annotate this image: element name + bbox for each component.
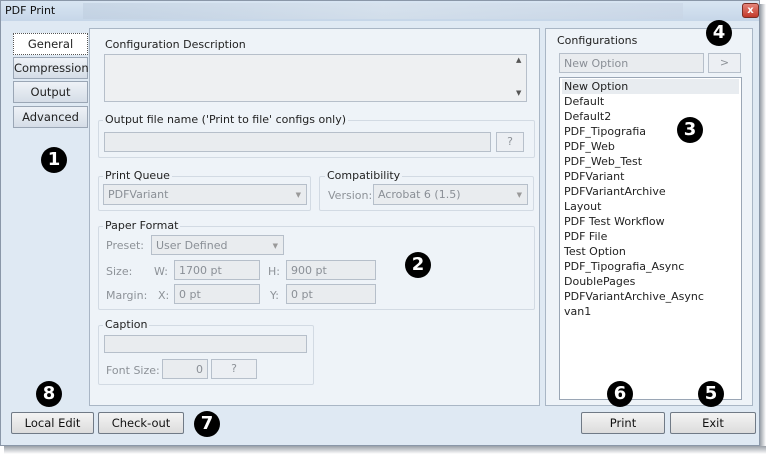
tab-advanced[interactable]: Advanced [13,106,88,128]
scroll-up-icon[interactable]: ▲ [516,56,521,64]
margin-x-input[interactable]: 0 pt [174,284,260,304]
callout-badge-2: 2 [405,252,431,278]
list-item[interactable]: DoublePages [562,274,739,289]
version-label: Version: [328,189,373,202]
caption-input[interactable] [104,335,307,353]
width-input[interactable]: 1700 pt [174,260,260,280]
exit-button[interactable]: Exit [670,412,756,434]
add-configuration-button[interactable]: > [708,53,741,73]
list-item[interactable]: PDF_Web [562,139,739,154]
window-shadow-right [760,4,766,450]
config-description-label: Configuration Description [103,38,248,51]
window-shadow-bottom [4,446,766,454]
list-item[interactable]: van1 [562,304,739,319]
list-item[interactable]: PDF_Web_Test [562,154,739,169]
window-title: PDF Print [5,4,56,17]
list-item[interactable]: PDF File [562,229,739,244]
callout-badge-7: 7 [194,411,220,437]
general-panel: Configuration Description ▲ ▼ Output fil… [89,28,540,406]
list-item[interactable]: PDF_Tipografia_Async [562,259,739,274]
print-queue-value: PDFVariant [108,188,169,201]
list-item[interactable]: PDFVariant [562,169,739,184]
size-label: Size: [106,265,133,278]
output-file-input[interactable] [104,132,491,152]
config-description-textarea[interactable] [104,54,527,102]
print-queue-label: Print Queue [103,169,172,182]
output-file-label: Output file name ('Print to file' config… [103,113,349,126]
font-size-input[interactable]: 0 [162,359,208,379]
close-button[interactable]: x [742,3,759,18]
list-item[interactable]: Layout [562,199,739,214]
configurations-list[interactable]: New Option Default Default2 PDF_Tipograf… [559,77,742,400]
scroll-down-icon[interactable]: ▼ [516,89,521,97]
chevron-down-icon: ▼ [272,242,278,250]
chevron-down-icon: ▼ [516,191,522,199]
configurations-label: Configurations [555,34,640,47]
list-item[interactable]: PDFVariantArchive_Async [562,289,739,304]
title-bar-background [83,3,683,19]
print-button[interactable]: Print [581,412,665,434]
width-label: W: [154,265,168,278]
check-out-button[interactable]: Check-out [98,412,184,434]
pdf-print-window: PDF Print x General Compression Output A… [0,0,760,446]
tab-output[interactable]: Output [13,81,88,103]
print-queue-select[interactable]: PDFVariant ▼ [103,184,307,205]
caption-label: Caption [103,318,150,331]
preset-value: User Defined [156,239,228,252]
local-edit-button[interactable]: Local Edit [11,412,94,434]
callout-badge-3: 3 [677,117,703,143]
margin-y-input[interactable]: 0 pt [286,284,376,304]
margin-label: Margin: [106,289,148,302]
list-item[interactable]: Test Option [562,244,739,259]
callout-badge-4: 4 [706,20,732,46]
new-configuration-input[interactable]: New Option [559,53,704,73]
height-input[interactable]: 900 pt [286,260,376,280]
callout-badge-1: 1 [41,147,67,173]
height-label: H: [268,265,280,278]
list-item[interactable]: Default [562,94,739,109]
tab-general[interactable]: General [13,33,88,55]
list-item[interactable]: PDF_Tipografia [562,124,739,139]
list-item[interactable]: New Option [562,79,739,94]
font-size-label: Font Size: [106,364,160,377]
paper-format-label: Paper Format [103,219,181,232]
list-item[interactable]: PDF Test Workflow [562,214,739,229]
margin-x-label: X: [158,289,170,302]
margin-y-label: Y: [270,289,279,302]
tab-compression[interactable]: Compression [13,57,89,79]
compatibility-version-select[interactable]: Acrobat 6 (1.5) ▼ [373,184,528,205]
list-item[interactable]: PDFVariantArchive [562,184,739,199]
list-item[interactable]: Default2 [562,109,739,124]
compatibility-label: Compatibility [325,169,403,182]
callout-badge-6: 6 [607,381,633,407]
compatibility-version-value: Acrobat 6 (1.5) [378,188,461,201]
callout-badge-5: 5 [698,381,724,407]
preset-label: Preset: [106,239,145,252]
preset-select[interactable]: User Defined ▼ [151,235,284,255]
callout-badge-8: 8 [36,381,62,407]
output-file-browse-button[interactable]: ? [496,132,524,152]
font-size-help-button[interactable]: ? [211,359,257,379]
title-bar: PDF Print x [1,1,759,21]
chevron-down-icon: ▼ [295,191,301,199]
